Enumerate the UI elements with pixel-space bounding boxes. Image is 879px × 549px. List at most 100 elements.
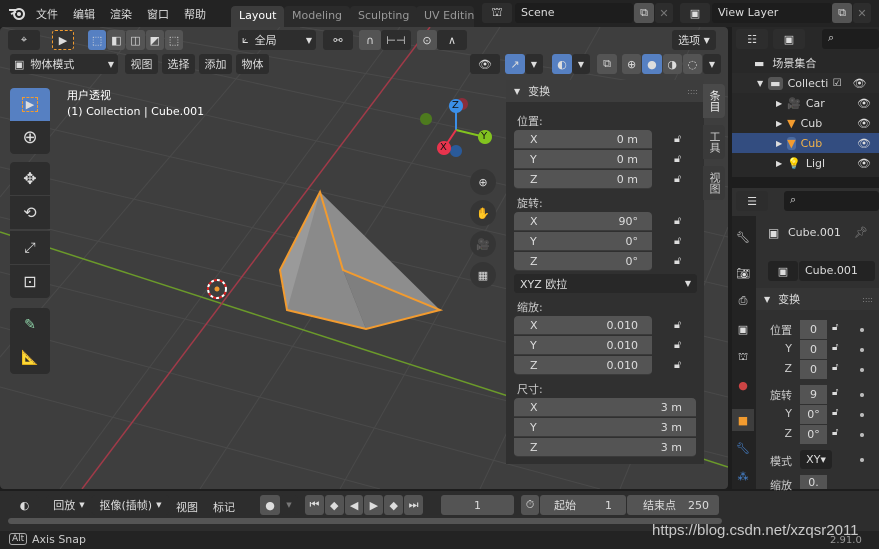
select-invert-icon[interactable]: ◩ <box>145 30 164 50</box>
proportional-edit-toggle[interactable]: ⊙ <box>417 30 437 50</box>
new-scene-icon[interactable]: ⧉ <box>634 3 654 23</box>
location-x-field[interactable]: X 0 m <box>514 130 652 149</box>
jump-end-icon[interactable]: ⏭ <box>404 495 423 515</box>
visibility-dropdown[interactable]: 👁 <box>470 54 500 74</box>
scale-x-field[interactable]: X 0.010 <box>514 316 652 335</box>
scale-x-field[interactable]: 0. <box>800 475 827 489</box>
checkbox-icon[interactable]: ☑ <box>833 78 842 89</box>
view-layer-selector-button[interactable]: ▣ <box>680 3 710 23</box>
menu-file[interactable]: 文件 <box>36 6 58 22</box>
keyframe-dot-icon[interactable] <box>860 413 864 417</box>
expand-triangle-icon[interactable]: ▶ <box>776 139 782 148</box>
location-z-field[interactable]: Z 0 m <box>514 170 652 189</box>
outliner-item-camera[interactable]: ▶ 🎥 Car 👁 <box>732 93 879 113</box>
select-extend-icon[interactable]: ◧ <box>107 30 126 50</box>
tab-tool[interactable]: 🔧︎ <box>732 226 754 248</box>
start-frame-field[interactable]: 起始 1 <box>540 495 626 515</box>
lock-icon[interactable]: 🔓︎ <box>832 362 838 373</box>
rotation-mode-dropdown[interactable]: XY ▼ <box>800 450 832 469</box>
xray-toggle[interactable]: ⧉ <box>597 54 617 74</box>
sidebar-tab-item[interactable]: 条目 <box>703 84 725 118</box>
camera-view-button[interactable]: 🎥 <box>470 231 496 257</box>
dimensions-x-field[interactable]: X 3 m <box>514 398 696 417</box>
outliner-item-cube-001[interactable]: ▶ ▼ Cub 👁 <box>732 133 879 153</box>
tool-move[interactable]: ✥ <box>10 162 50 195</box>
editor-type-button[interactable]: ⌖ <box>8 30 40 50</box>
timeline-menu-marker[interactable]: 标记 <box>213 499 235 515</box>
transform-orientation-dropdown[interactable]: ⟀ 全局 ▼ <box>238 30 316 50</box>
delete-view-layer-icon[interactable]: ✕ <box>853 3 871 23</box>
end-frame-field[interactable]: 结束点 250 <box>627 495 719 515</box>
rendered-shading-icon[interactable]: ◌ <box>682 54 702 74</box>
tab-object[interactable]: ■ <box>732 409 754 431</box>
solid-shading-icon[interactable]: ● <box>642 54 662 74</box>
menu-render[interactable]: 渲染 <box>110 6 132 22</box>
use-preview-range-toggle[interactable]: ⏱ <box>521 495 539 515</box>
keyframe-dot-icon[interactable] <box>860 393 864 397</box>
options-dropdown[interactable]: 选项 ▼ <box>672 30 716 50</box>
prev-keyframe-icon[interactable]: ◆ <box>324 495 344 515</box>
tab-view-layer[interactable]: ▣ <box>732 318 754 340</box>
zoom-view-button[interactable]: ⊕ <box>470 169 496 195</box>
tab-output[interactable]: ⎙ <box>732 290 754 312</box>
tab-render[interactable]: 📷︎ <box>732 262 754 284</box>
lock-icon[interactable]: 🔓︎ <box>674 358 688 372</box>
delete-scene-icon[interactable]: ✕ <box>655 3 673 23</box>
lock-icon[interactable]: 🔓︎ <box>832 322 838 333</box>
rotation-x-field[interactable]: X 90° <box>514 212 652 231</box>
rotation-x-field[interactable]: 9 <box>800 385 827 404</box>
sidebar-tab-tool[interactable]: 工具 <box>703 125 725 159</box>
scene-selector-button[interactable]: ⛫ <box>482 3 512 23</box>
lock-icon[interactable]: 🔓︎ <box>674 132 688 146</box>
pin-icon[interactable]: 📌︎ <box>854 226 868 239</box>
eye-icon[interactable]: 👁 <box>857 117 871 130</box>
eye-icon[interactable]: 👁 <box>853 77 867 90</box>
lock-icon[interactable]: 🔓︎ <box>674 152 688 166</box>
expand-triangle-icon[interactable]: ▶ <box>776 99 782 108</box>
wireframe-shading-icon[interactable]: ⊕ <box>622 54 642 74</box>
eye-icon[interactable]: 👁 <box>857 97 871 110</box>
play-icon[interactable]: ▶ <box>364 495 384 515</box>
menu-add[interactable]: 添加 <box>199 54 232 74</box>
timeline-scrubber[interactable] <box>8 518 722 524</box>
rotation-z-field[interactable]: Z 0° <box>514 252 652 271</box>
tool-rotate[interactable]: ⟲ <box>10 196 50 229</box>
drag-handle-icon[interactable]: :::: <box>687 87 698 96</box>
falloff-dropdown[interactable]: ∧ <box>437 30 467 50</box>
tool-measure[interactable]: 📐 <box>10 341 50 374</box>
menu-help[interactable]: 帮助 <box>184 6 206 22</box>
tool-select-box[interactable]: ▶ <box>10 88 50 121</box>
overlays-dropdown[interactable]: ▼ <box>572 54 590 74</box>
object-datablock-dropdown[interactable]: ▣ <box>768 261 798 281</box>
tool-scale[interactable]: ⤢ <box>10 231 50 264</box>
scale-y-field[interactable]: Y 0.010 <box>514 336 652 355</box>
blender-logo-icon[interactable] <box>8 6 26 20</box>
location-y-field[interactable]: 0 <box>800 340 827 359</box>
pan-view-button[interactable]: ✋ <box>470 200 496 226</box>
lock-icon[interactable]: 🔓︎ <box>674 234 688 248</box>
lock-icon[interactable]: 🔓︎ <box>674 318 688 332</box>
menu-edit[interactable]: 编辑 <box>73 6 95 22</box>
rotation-mode-dropdown[interactable]: XYZ 欧拉 ▼ <box>514 274 697 293</box>
tab-scene[interactable]: ⛫ <box>732 346 754 368</box>
keyframe-dot-icon[interactable] <box>860 328 864 332</box>
lock-icon[interactable]: 🔓︎ <box>832 387 838 398</box>
gizmo-toggle[interactable]: ↗ <box>505 54 525 74</box>
collection-row[interactable]: ▼ ▬ Collecti ☑ 👁 <box>732 73 879 93</box>
expand-triangle-icon[interactable]: ▶ <box>776 119 782 128</box>
mode-dropdown[interactable]: ▣ 物体模式 ▼ <box>10 54 118 74</box>
overlays-toggle[interactable]: ◐ <box>552 54 572 74</box>
rotation-y-field[interactable]: 0° <box>800 405 827 424</box>
location-x-field[interactable]: 0 <box>800 320 827 339</box>
transform-panel-header[interactable]: ▼ 变换 :::: <box>506 80 704 102</box>
lock-icon[interactable]: 🔓︎ <box>674 338 688 352</box>
transform-section-header[interactable]: ▼ 变换 :::: <box>756 288 879 310</box>
tab-uv-editing[interactable]: UV Editing <box>416 6 474 27</box>
outliner-item-cube[interactable]: ▶ ▼ Cub 👁 <box>732 113 879 133</box>
sidebar-tab-view[interactable]: 视图 <box>703 166 725 200</box>
eye-icon[interactable]: 👁 <box>857 157 871 170</box>
object-name-field[interactable]: Cube.001 <box>799 261 875 281</box>
current-frame-field[interactable]: 1 <box>441 495 514 515</box>
gizmo-dropdown[interactable]: ▼ <box>525 54 543 74</box>
scene-name-field[interactable]: Scene <box>515 3 633 23</box>
